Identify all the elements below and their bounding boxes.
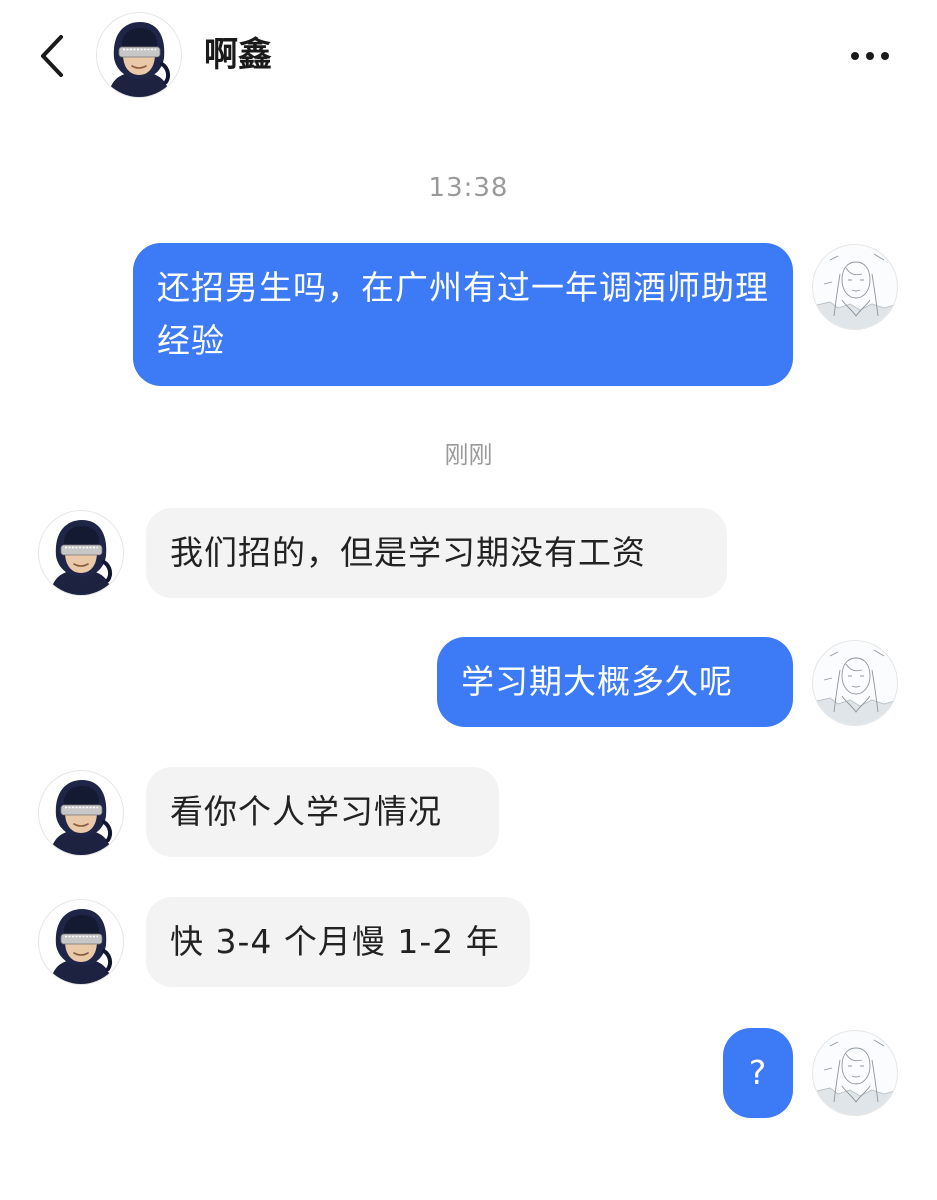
self-avatar[interactable] [812, 1030, 898, 1116]
contact-avatar[interactable] [38, 899, 124, 985]
incoming-message-bubble[interactable]: 看你个人学习情况 [146, 767, 499, 857]
outgoing-message-bubble[interactable]: 还招男生吗，在广州有过一年调酒师助理经验 [133, 243, 793, 386]
outgoing-message-bubble[interactable]: ? [723, 1028, 793, 1118]
chat-header: 啊鑫 [0, 0, 937, 110]
self-avatar[interactable] [812, 244, 898, 330]
contact-name[interactable]: 啊鑫 [204, 33, 272, 77]
more-horizontal-icon [851, 52, 889, 60]
message-timestamp: 13:38 [428, 173, 509, 203]
contact-avatar[interactable] [38, 770, 124, 856]
incoming-message-bubble[interactable]: 快 3-4 个月慢 1-2 年 [146, 897, 530, 987]
contact-avatar[interactable] [38, 510, 124, 596]
back-button[interactable] [30, 30, 74, 82]
incoming-message-bubble[interactable]: 我们招的，但是学习期没有工资 [146, 508, 727, 598]
contact-avatar[interactable] [96, 12, 182, 98]
chevron-left-icon [41, 35, 63, 77]
more-options-button[interactable] [842, 36, 898, 76]
message-timestamp: 刚刚 [444, 441, 493, 469]
outgoing-message-bubble[interactable]: 学习期大概多久呢 [437, 637, 793, 727]
self-avatar[interactable] [812, 640, 898, 726]
